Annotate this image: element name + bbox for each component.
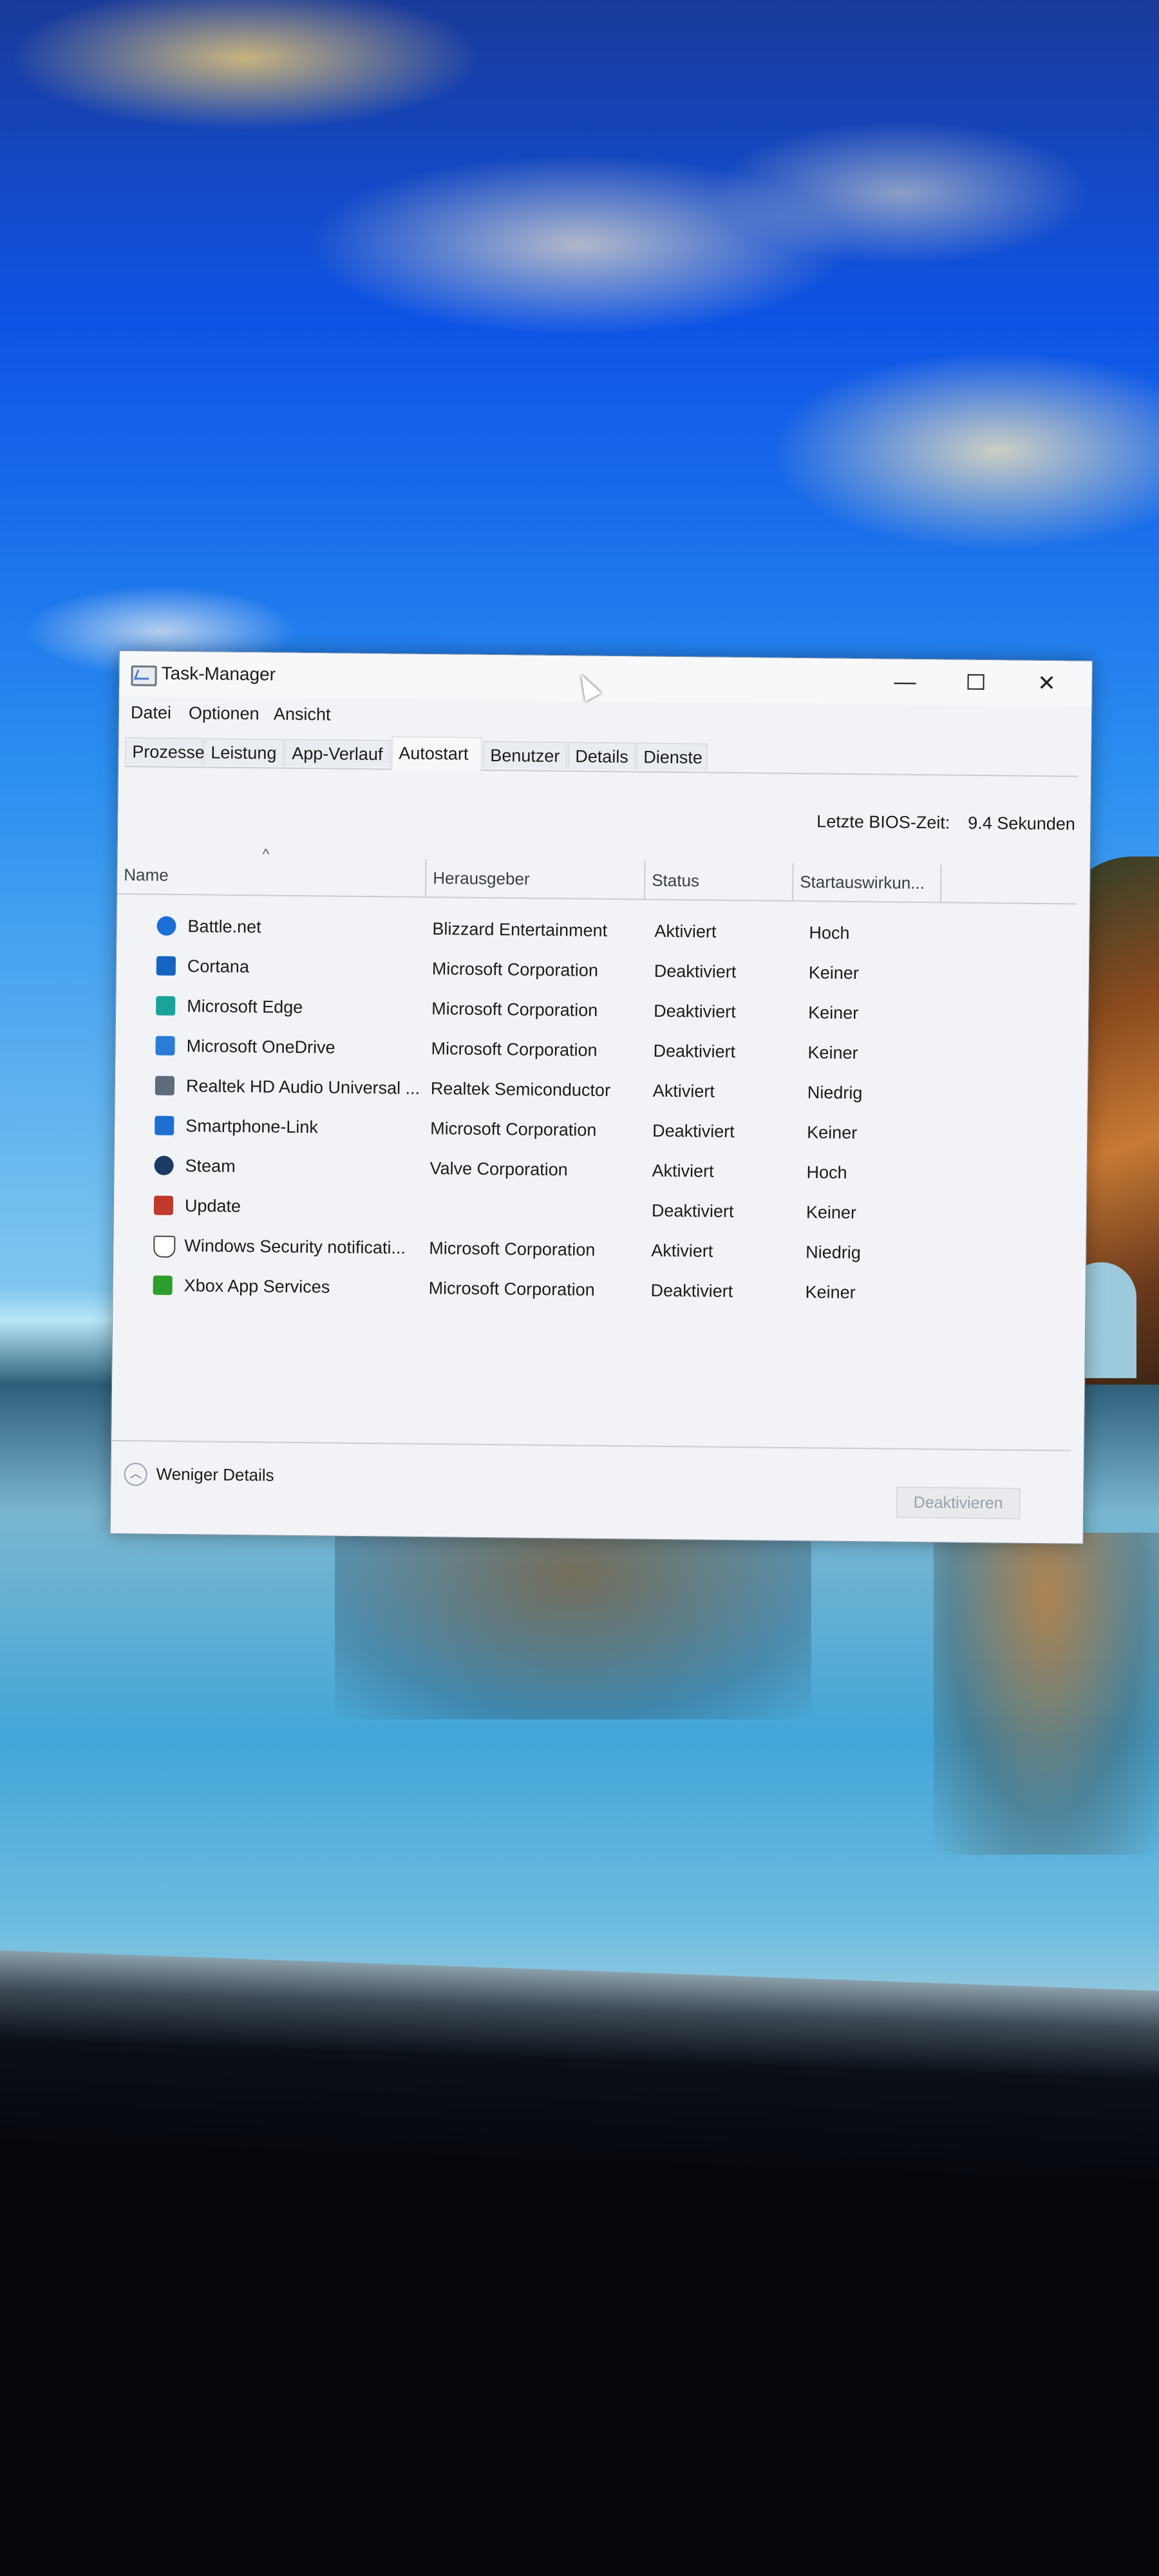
tab-leistung[interactable]: Leistung <box>203 738 284 766</box>
row-impact: Niedrig <box>806 1242 861 1263</box>
row-status: Aktiviert <box>654 921 717 942</box>
row-impact: Keiner <box>806 1202 857 1223</box>
row-name: Windows Security notificati... <box>184 1236 406 1258</box>
row-publisher: Microsoft Corporation <box>428 1278 595 1300</box>
row-name: Microsoft Edge <box>187 996 303 1018</box>
row-publisher <box>429 1188 649 1231</box>
maximize-button[interactable] <box>943 666 1008 699</box>
monitor-bezel <box>0 1950 1159 2184</box>
tab-bar: Prozesse Leistung App-Verlauf Autostart … <box>125 734 1079 777</box>
row-name: Realtek HD Audio Universal ... <box>185 1076 420 1098</box>
row-impact: Hoch <box>809 923 850 943</box>
window-title: Task-Manager <box>161 663 276 685</box>
column-header-impact[interactable]: Startauswirkun... <box>793 862 942 902</box>
phone-link-icon <box>155 1115 174 1135</box>
task-manager-icon <box>131 665 157 687</box>
tab-benutzer[interactable]: Benutzer <box>483 741 567 770</box>
row-status: Deaktiviert <box>654 961 737 982</box>
footer-divider <box>111 1439 1071 1452</box>
column-header-name[interactable]: Name <box>117 855 427 897</box>
bios-time-label: Letzte BIOS-Zeit: <box>816 811 950 833</box>
row-status: Aktiviert <box>651 1240 713 1261</box>
row-status: Deaktiviert <box>650 1280 733 1302</box>
xbox-icon <box>153 1275 173 1295</box>
row-status: Deaktiviert <box>653 1041 736 1062</box>
deactivate-button[interactable]: Deaktivieren <box>896 1486 1021 1519</box>
steam-icon <box>154 1155 174 1175</box>
row-impact: Keiner <box>807 1043 858 1063</box>
close-button[interactable]: ✕ <box>1014 667 1079 700</box>
update-icon <box>153 1195 174 1215</box>
wallpaper-reflection <box>335 1513 811 1719</box>
tab-prozesse[interactable]: Prozesse <box>125 737 205 766</box>
row-status: Deaktiviert <box>652 1121 735 1142</box>
column-header-publisher[interactable]: Herausgeber <box>426 859 646 899</box>
tab-autostart[interactable]: Autostart <box>391 736 482 771</box>
row-status: Deaktiviert <box>651 1200 734 1222</box>
row-impact: Hoch <box>806 1162 847 1182</box>
row-name: Update <box>184 1196 241 1217</box>
row-name: Smartphone-Link <box>185 1116 319 1137</box>
row-impact: Niedrig <box>807 1083 863 1103</box>
row-publisher: Microsoft Corporation <box>430 1119 597 1140</box>
row-publisher: Valve Corporation <box>429 1159 568 1180</box>
less-details-link[interactable]: Weniger Details <box>156 1464 274 1486</box>
cortana-icon <box>156 956 176 976</box>
minimize-button[interactable]: — <box>872 665 938 698</box>
menu-optionen[interactable]: Optionen <box>189 703 259 724</box>
row-publisher: Blizzard Entertainment <box>432 919 608 940</box>
row-name: Battle.net <box>187 916 261 937</box>
onedrive-icon <box>155 1036 175 1056</box>
shield-icon <box>153 1235 176 1258</box>
realtek-icon <box>155 1075 175 1095</box>
row-publisher: Microsoft Corporation <box>431 1039 598 1060</box>
task-manager-window: Task-Manager — ✕ Datei Optionen Ansicht … <box>109 650 1093 1544</box>
row-impact: Keiner <box>807 1122 858 1143</box>
menu-datei[interactable]: Datei <box>131 703 171 723</box>
tab-dienste[interactable]: Dienste <box>636 743 708 771</box>
edge-icon <box>156 996 176 1016</box>
tab-details[interactable]: Details <box>568 742 636 770</box>
row-publisher: Microsoft Corporation <box>431 999 598 1020</box>
chevron-up-icon[interactable]: ︿ <box>124 1463 147 1486</box>
title-bar[interactable]: Task-Manager — ✕ <box>119 651 1092 706</box>
wallpaper-reflection-right <box>934 1533 1159 1855</box>
row-publisher: Microsoft Corporation <box>429 1238 596 1260</box>
tab-app-verlauf[interactable]: App-Verlauf <box>285 739 391 768</box>
row-publisher: Microsoft Corporation <box>431 959 599 980</box>
row-name: Steam <box>185 1156 236 1176</box>
row-name: Xbox App Services <box>184 1276 330 1297</box>
row-name: Cortana <box>187 956 250 977</box>
row-name: Microsoft OneDrive <box>186 1036 335 1057</box>
row-impact: Keiner <box>808 963 860 983</box>
row-status: Aktiviert <box>652 1081 715 1101</box>
menu-ansicht[interactable]: Ansicht <box>274 705 331 725</box>
row-status: Deaktiviert <box>654 1001 736 1022</box>
battlenet-icon <box>156 916 176 936</box>
bios-time-value: 9.4 Sekunden <box>968 813 1076 834</box>
column-header-status[interactable]: Status <box>645 861 794 900</box>
row-publisher: Realtek Semiconductor <box>430 1079 611 1101</box>
row-status: Aktiviert <box>652 1160 714 1181</box>
row-impact: Keiner <box>805 1282 856 1303</box>
row-impact: Keiner <box>808 1003 859 1023</box>
